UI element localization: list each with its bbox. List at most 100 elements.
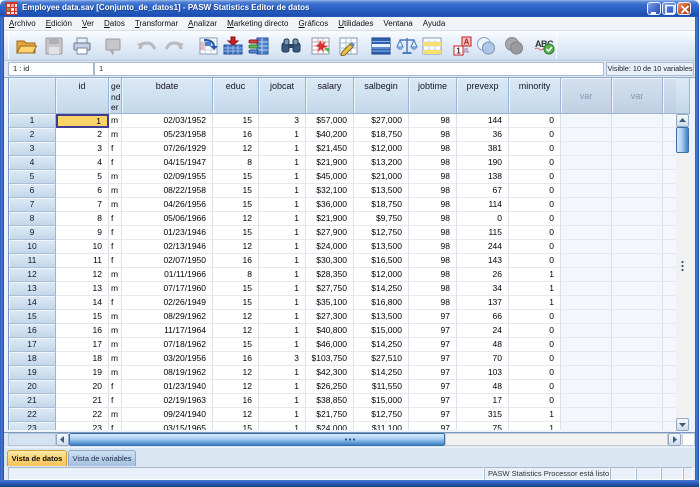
scroll-left-button[interactable] bbox=[56, 433, 69, 446]
show-all-variables-icon[interactable] bbox=[502, 34, 526, 58]
cell[interactable] bbox=[612, 366, 663, 380]
cell[interactable]: 0 bbox=[509, 226, 561, 240]
cell[interactable]: $36,000 bbox=[306, 198, 354, 212]
cell[interactable]: 48 bbox=[457, 338, 509, 352]
cell[interactable] bbox=[561, 226, 612, 240]
value-labels-icon[interactable]: A1 bbox=[451, 34, 475, 58]
cell[interactable]: 66 bbox=[457, 310, 509, 324]
cell[interactable] bbox=[663, 198, 676, 212]
cell[interactable]: $42,300 bbox=[306, 366, 354, 380]
cell[interactable]: 22 bbox=[56, 408, 109, 422]
cell[interactable]: 98 bbox=[409, 184, 457, 198]
cell[interactable] bbox=[612, 142, 663, 156]
cell[interactable] bbox=[663, 310, 676, 324]
cell[interactable]: 1 bbox=[259, 184, 306, 198]
cell[interactable] bbox=[612, 422, 663, 430]
cell[interactable]: 0 bbox=[509, 338, 561, 352]
cell[interactable] bbox=[561, 422, 612, 430]
insert-variable-icon[interactable] bbox=[337, 34, 361, 58]
cell[interactable]: $24,000 bbox=[306, 240, 354, 254]
grid-corner-cell[interactable] bbox=[9, 78, 56, 114]
cell[interactable]: 07/18/1962 bbox=[122, 338, 213, 352]
cell[interactable]: 15 bbox=[213, 226, 259, 240]
cell[interactable]: $24,000 bbox=[306, 422, 354, 430]
row-header-4[interactable]: 4 bbox=[9, 156, 56, 170]
cell[interactable] bbox=[561, 212, 612, 226]
cell[interactable]: 15 bbox=[213, 198, 259, 212]
menu-gr-ficos[interactable]: Gráficos bbox=[293, 17, 333, 31]
cell[interactable]: 103 bbox=[457, 366, 509, 380]
cell[interactable]: 7 bbox=[56, 198, 109, 212]
cell[interactable]: $40,800 bbox=[306, 324, 354, 338]
cell[interactable]: 34 bbox=[457, 282, 509, 296]
cell[interactable]: 02/07/1950 bbox=[122, 254, 213, 268]
cell[interactable]: 17 bbox=[56, 338, 109, 352]
cell[interactable] bbox=[561, 156, 612, 170]
scroll-right-button[interactable] bbox=[668, 433, 681, 446]
cell[interactable] bbox=[561, 408, 612, 422]
cell[interactable]: 15 bbox=[56, 310, 109, 324]
cell[interactable] bbox=[663, 254, 676, 268]
cell[interactable]: 09/24/1940 bbox=[122, 408, 213, 422]
goto-variable-icon[interactable] bbox=[221, 34, 245, 58]
cell[interactable] bbox=[663, 268, 676, 282]
cell[interactable]: $21,450 bbox=[306, 142, 354, 156]
column-header-salbegin[interactable]: salbegin bbox=[354, 78, 409, 114]
cell[interactable] bbox=[561, 282, 612, 296]
column-header-jobtime[interactable]: jobtime bbox=[409, 78, 457, 114]
cell[interactable]: 15 bbox=[213, 184, 259, 198]
use-variable-sets-icon[interactable] bbox=[474, 34, 498, 58]
cell[interactable]: 1 bbox=[259, 240, 306, 254]
cell[interactable]: m bbox=[109, 310, 122, 324]
print-icon[interactable] bbox=[70, 34, 94, 58]
cell[interactable] bbox=[663, 170, 676, 184]
cell[interactable]: 18 bbox=[56, 352, 109, 366]
cell[interactable] bbox=[612, 268, 663, 282]
cell[interactable]: $16,500 bbox=[354, 254, 409, 268]
cell[interactable] bbox=[612, 184, 663, 198]
cell[interactable]: 1 bbox=[259, 170, 306, 184]
column-header-prevexp[interactable]: prevexp bbox=[457, 78, 509, 114]
cell[interactable]: m bbox=[109, 338, 122, 352]
cell[interactable]: $21,750 bbox=[306, 408, 354, 422]
menu-utilidades[interactable]: Utilidades bbox=[333, 17, 378, 31]
cell[interactable]: $21,900 bbox=[306, 156, 354, 170]
insert-cases-icon[interactable] bbox=[309, 34, 333, 58]
cell[interactable]: $12,750 bbox=[354, 226, 409, 240]
row-header-15[interactable]: 15 bbox=[9, 310, 56, 324]
row-header-17[interactable]: 17 bbox=[9, 338, 56, 352]
cell[interactable]: 15 bbox=[213, 170, 259, 184]
cell[interactable]: 1 bbox=[259, 128, 306, 142]
row-header-5[interactable]: 5 bbox=[9, 170, 56, 184]
cell[interactable]: 26 bbox=[457, 268, 509, 282]
scroll-down-button[interactable] bbox=[676, 418, 689, 431]
cell[interactable]: 19 bbox=[56, 366, 109, 380]
tab-data-view[interactable]: Vista de datos bbox=[7, 450, 67, 466]
row-header-13[interactable]: 13 bbox=[9, 282, 56, 296]
cell[interactable]: 01/23/1940 bbox=[122, 380, 213, 394]
cell[interactable]: 0 bbox=[509, 352, 561, 366]
cell[interactable]: $57,000 bbox=[306, 114, 354, 128]
cell[interactable]: m bbox=[109, 128, 122, 142]
cell[interactable] bbox=[612, 282, 663, 296]
cell[interactable]: 1 bbox=[259, 422, 306, 430]
cell[interactable] bbox=[612, 338, 663, 352]
cell[interactable]: f bbox=[109, 226, 122, 240]
cell[interactable]: 98 bbox=[409, 128, 457, 142]
cell[interactable]: m bbox=[109, 268, 122, 282]
horizontal-scroll-thumb[interactable] bbox=[69, 433, 445, 446]
vertical-scrollbar[interactable] bbox=[676, 78, 690, 431]
cell[interactable] bbox=[612, 170, 663, 184]
cell[interactable] bbox=[561, 352, 612, 366]
cell[interactable]: 04/15/1947 bbox=[122, 156, 213, 170]
cell[interactable]: 1 bbox=[509, 268, 561, 282]
cell[interactable] bbox=[612, 394, 663, 408]
cell[interactable]: 08/19/1962 bbox=[122, 366, 213, 380]
cell[interactable]: 16 bbox=[213, 254, 259, 268]
cell[interactable]: 98 bbox=[409, 170, 457, 184]
cell[interactable]: $16,800 bbox=[354, 296, 409, 310]
cell[interactable]: 98 bbox=[409, 296, 457, 310]
cell[interactable]: 97 bbox=[409, 338, 457, 352]
cell[interactable]: $27,750 bbox=[306, 282, 354, 296]
cell[interactable]: $18,750 bbox=[354, 198, 409, 212]
